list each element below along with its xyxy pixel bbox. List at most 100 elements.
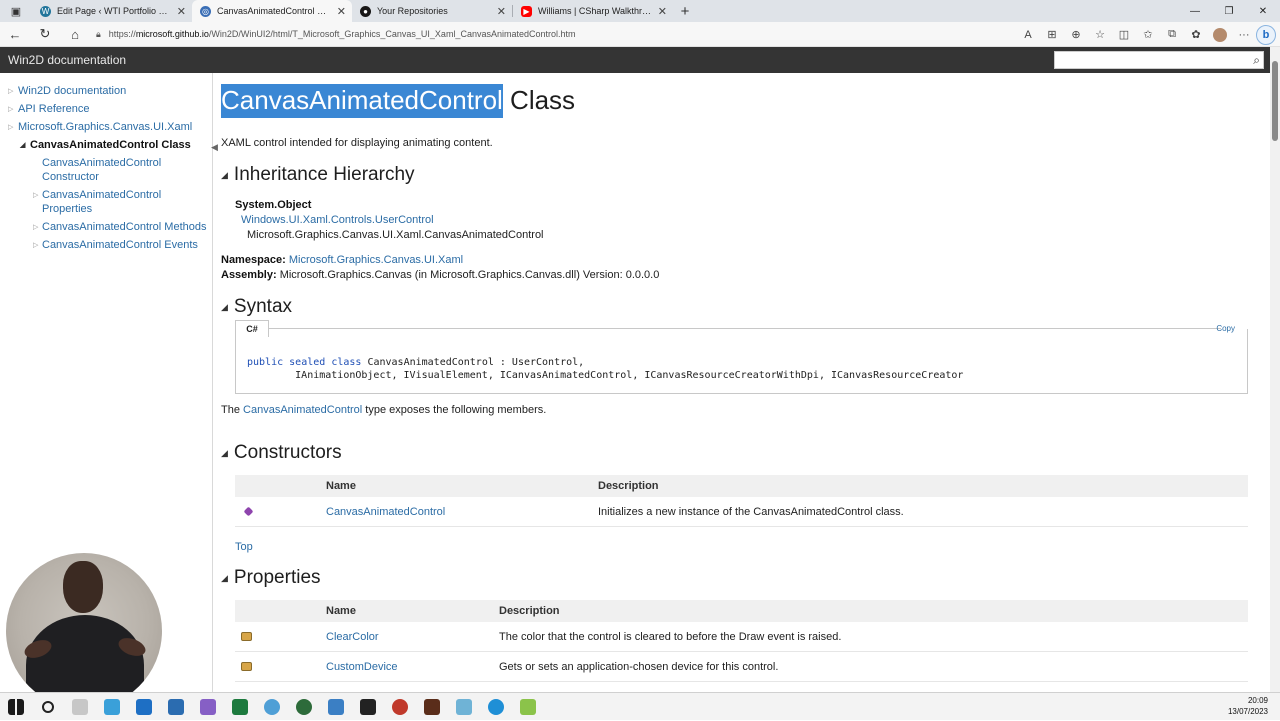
taskbar-app[interactable] (416, 693, 448, 721)
chevron-right-icon: ▷ (8, 106, 14, 113)
collapse-triangle-icon[interactable]: ◢ (221, 448, 228, 459)
collapse-triangle-icon[interactable]: ◢ (221, 170, 228, 181)
wordpress-icon: W (40, 5, 51, 17)
collapse-triangle-icon[interactable]: ◢ (221, 302, 228, 313)
toc-item-properties[interactable]: ▷ CanvasAnimatedControl Properties (0, 186, 212, 218)
taskbar-app[interactable] (448, 693, 480, 721)
collapse-triangle-icon[interactable]: ◢ (221, 573, 228, 584)
app-icon (456, 698, 472, 715)
new-tab-button[interactable]: + (673, 0, 697, 22)
taskbar-app[interactable] (128, 693, 160, 721)
collections-icon[interactable]: ⧉ (1160, 22, 1184, 47)
page-scrollbar[interactable] (1270, 47, 1280, 692)
constructor-icon (243, 506, 254, 517)
restore-icon[interactable]: ❐ (1212, 0, 1246, 22)
browser-tab-0[interactable]: W Edit Page ‹ WTI Portfolio — Wo... ✕ (32, 0, 192, 22)
address-bar[interactable]: 🔒︎ https://microsoft.github.io/Win2D/Win… (96, 24, 936, 44)
collapse-sidebar-icon[interactable]: ◀ (211, 142, 218, 153)
taskbar-search-button[interactable] (32, 693, 64, 721)
window-controls: — ❐ ✕ (1178, 0, 1280, 22)
copy-code-link[interactable]: Copy (1216, 324, 1235, 333)
close-tab-icon[interactable]: ✕ (337, 5, 346, 18)
app-available-icon[interactable]: ⊞ (1040, 22, 1064, 47)
profile-avatar[interactable] (1213, 27, 1227, 42)
chevron-right-icon: ▷ (33, 192, 39, 199)
toc-item-namespace[interactable]: ▷ Microsoft.Graphics.Canvas.UI.Xaml (0, 118, 212, 136)
inheritance-parent-link[interactable]: Windows.UI.Xaml.Controls.UserControl (235, 214, 434, 226)
taskbar-app[interactable] (224, 693, 256, 721)
bing-copilot-icon[interactable]: b (1256, 24, 1276, 45)
class-summary: XAML control intended for displaying ani… (221, 137, 493, 149)
search-icon[interactable]: ⌕ (1253, 53, 1260, 68)
section-properties-heading[interactable]: ◢ Properties (221, 567, 321, 589)
app-icon (392, 698, 408, 715)
main-content: CanvasAnimatedControl Class XAML control… (221, 73, 1261, 692)
taskbar-app[interactable] (384, 693, 416, 721)
github-icon: ● (360, 5, 371, 17)
start-button[interactable] (0, 693, 32, 721)
tab-label: Your Repositories (377, 6, 448, 16)
app-icon (72, 698, 88, 715)
taskbar-app[interactable] (256, 693, 288, 721)
section-constructors-heading[interactable]: ◢ Constructors (221, 442, 342, 464)
browser-tab-3[interactable]: ▶ Williams | CSharp Walkthroughs ✕ (513, 0, 673, 22)
taskbar-app[interactable] (320, 693, 352, 721)
taskbar-app[interactable] (352, 693, 384, 721)
close-tab-icon[interactable]: ✕ (497, 5, 506, 18)
home-icon[interactable]: ⌂ (60, 22, 90, 47)
toc-item-api-reference[interactable]: ▷ API Reference (0, 100, 212, 118)
browser-tab-2[interactable]: ● Your Repositories ✕ (352, 0, 512, 22)
taskbar-app[interactable] (288, 693, 320, 721)
toc-item-events[interactable]: ▷ CanvasAnimatedControl Events (0, 236, 212, 254)
tab-actions-icon[interactable]: ▣ (0, 0, 32, 22)
inheritance-root: System.Object (235, 199, 312, 211)
refresh-icon[interactable]: ↻ (30, 22, 60, 47)
section-inheritance-heading[interactable]: ◢ Inheritance Hierarchy (221, 164, 415, 186)
member-link[interactable]: CanvasAnimatedControl (326, 506, 598, 518)
toc-item-constructor[interactable]: CanvasAnimatedControl Constructor (0, 154, 212, 186)
section-syntax-heading[interactable]: ◢ Syntax (221, 296, 292, 318)
close-window-icon[interactable]: ✕ (1246, 0, 1280, 22)
expanded-triangle-icon: ◢ (20, 142, 26, 149)
taskbar-app[interactable] (192, 693, 224, 721)
favorite-star-icon[interactable]: ☆ (1088, 22, 1112, 47)
doc-site-title[interactable]: Win2D documentation (8, 53, 126, 67)
properties-table: Name Description ClearColor The color th… (235, 600, 1248, 682)
search-input[interactable]: ⌕ (1054, 51, 1264, 69)
browser-tab-1[interactable]: ◎ CanvasAnimatedControl Class ✕ (192, 0, 352, 22)
taskbar-app[interactable] (64, 693, 96, 721)
split-screen-icon[interactable]: ◫ (1112, 22, 1136, 47)
property-icon (241, 632, 252, 641)
toc-item-win2d-documentation[interactable]: ▷ Win2D documentation (0, 82, 212, 100)
zoom-icon[interactable]: ⊕ (1064, 22, 1088, 47)
close-tab-icon[interactable]: ✕ (658, 5, 667, 18)
app-icon (264, 698, 280, 715)
inheritance-self: Microsoft.Graphics.Canvas.UI.Xaml.Canvas… (247, 229, 544, 241)
member-link[interactable]: CustomDevice (326, 661, 499, 673)
type-link[interactable]: CanvasAnimatedControl (243, 404, 362, 416)
top-link[interactable]: Top (235, 541, 253, 553)
scrollbar-thumb[interactable] (1272, 61, 1278, 141)
language-tab-csharp[interactable]: C# (235, 320, 269, 337)
toc-item-current-class[interactable]: ◢ CanvasAnimatedControl Class (0, 136, 212, 154)
taskbar-app[interactable] (160, 693, 192, 721)
favorites-icon[interactable]: ✩ (1136, 22, 1160, 47)
back-icon[interactable]: ← (0, 22, 30, 47)
extensions-icon[interactable]: ✿ (1184, 22, 1208, 47)
excel-icon (232, 698, 248, 715)
taskbar-app[interactable] (480, 693, 512, 721)
app-icon (360, 698, 376, 715)
minimize-icon[interactable]: — (1178, 0, 1212, 22)
close-tab-icon[interactable]: ✕ (177, 5, 186, 18)
read-aloud-icon[interactable]: A (1016, 22, 1040, 47)
taskbar-app[interactable] (512, 693, 544, 721)
constructors-table: Name Description CanvasAnimatedControl I… (235, 475, 1248, 527)
system-clock[interactable]: 20:09 13/07/2023 (1228, 695, 1268, 717)
toc-item-methods[interactable]: ▷ CanvasAnimatedControl Methods (0, 218, 212, 236)
taskbar-app[interactable] (96, 693, 128, 721)
globe-icon: ◎ (200, 5, 211, 17)
namespace-link[interactable]: Microsoft.Graphics.Canvas.UI.Xaml (289, 254, 463, 266)
member-link[interactable]: ClearColor (326, 631, 499, 643)
more-menu-icon[interactable]: ··· (1232, 22, 1256, 47)
column-header-name: Name (326, 480, 356, 492)
